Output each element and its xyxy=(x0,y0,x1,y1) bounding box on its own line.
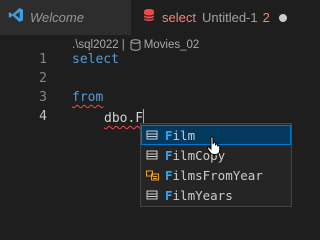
suggest-match: F xyxy=(165,187,173,203)
table-icon xyxy=(144,127,160,143)
table-icon xyxy=(144,147,160,163)
hand-pointer-icon xyxy=(206,136,222,161)
database-icon xyxy=(130,39,141,51)
code-text: dbo.F xyxy=(104,109,145,126)
line-number: 4 xyxy=(39,109,47,124)
suggest-label-rest: ilm xyxy=(172,127,196,143)
code-text: from xyxy=(72,90,104,105)
suggest-item[interactable]: FilmsFromYear xyxy=(141,165,291,185)
tab-label: Welcome xyxy=(30,10,84,25)
suggest-item[interactable]: FilmYears xyxy=(141,185,291,205)
tab-welcome[interactable]: Welcome xyxy=(0,0,131,35)
table-icon xyxy=(144,187,160,203)
breadcrumb-database-label: Movies_02 xyxy=(143,39,200,51)
tab-select-untitled[interactable]: select Untitled-1 2 xyxy=(131,0,295,35)
breadcrumb-separator: | xyxy=(121,39,125,51)
function-icon xyxy=(144,167,160,183)
line-number: 2 xyxy=(39,71,47,86)
code-token: dbo.F xyxy=(104,111,144,126)
suggest-match: F xyxy=(165,127,173,143)
suggest-match: F xyxy=(165,147,173,163)
suggest-label-rest: ilmYears xyxy=(172,187,233,203)
line-number: 3 xyxy=(39,90,47,105)
tab-bar: Welcome select Untitled-1 2 xyxy=(0,0,295,35)
unsaved-dot-icon[interactable] xyxy=(278,13,287,22)
code-line[interactable]: 1 select xyxy=(0,51,295,70)
database-icon xyxy=(142,8,156,27)
tab-subtitle: Untitled-1 xyxy=(201,10,258,25)
problem-count-badge: 2 xyxy=(262,10,270,25)
vscode-logo-icon xyxy=(8,7,24,28)
breadcrumb-database[interactable]: Movies_02 xyxy=(130,39,200,51)
line-number: 1 xyxy=(39,52,47,67)
suggest-match: F xyxy=(165,167,173,183)
code-line[interactable]: 3 from xyxy=(0,89,295,108)
suggest-label-rest: ilmsFromYear xyxy=(172,167,263,183)
code-line[interactable]: 2 xyxy=(0,70,295,89)
code-text: select xyxy=(72,52,119,67)
tab-label: select xyxy=(162,10,196,25)
breadcrumb-server[interactable]: .\sql2022 xyxy=(72,39,119,51)
